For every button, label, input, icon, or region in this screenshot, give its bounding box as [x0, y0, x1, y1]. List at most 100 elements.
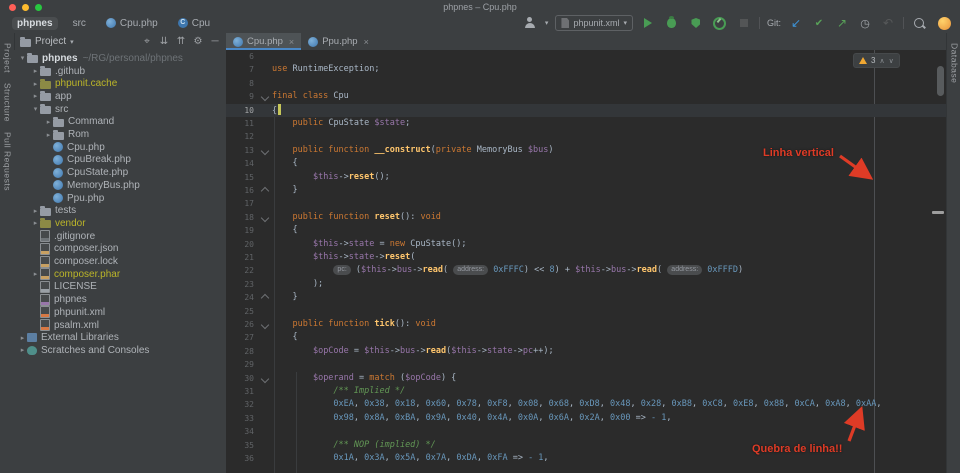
- fold-marker-icon[interactable]: [260, 92, 270, 102]
- tree-item-phpnes[interactable]: ▾ phpnes ~/RG/personal/phpnes: [14, 52, 226, 65]
- commit-button-icon[interactable]: ✔: [811, 15, 827, 31]
- inspections-widget[interactable]: 3 ∧ ∨: [853, 53, 900, 68]
- code-line-30[interactable]: 30 $operand = match ($opCode) {: [226, 372, 946, 385]
- collapse-all-button-icon[interactable]: ⇈: [174, 36, 188, 47]
- update-project-button-icon[interactable]: ↙: [788, 15, 804, 31]
- tab-cpu-php[interactable]: Cpu.php ×: [226, 33, 302, 51]
- hide-button-icon[interactable]: ─: [208, 36, 222, 47]
- tree-item-cpustate-php[interactable]: CpuState.php: [14, 166, 226, 179]
- project-panel-title-group[interactable]: Project ▾: [20, 36, 74, 47]
- tree-item-phpnes[interactable]: phpnes: [14, 293, 226, 306]
- history-button-icon[interactable]: ◷: [857, 15, 873, 31]
- zoom-window-button[interactable]: [35, 4, 42, 11]
- tree-item-composer-lock[interactable]: composer.lock: [14, 255, 226, 268]
- code-line-26[interactable]: 26 public function tick(): void: [226, 318, 946, 331]
- tree-item-ppu-php[interactable]: Ppu.php: [14, 192, 226, 205]
- tree-chevron-icon[interactable]: ▸: [31, 80, 40, 88]
- error-stripe-mark[interactable]: [932, 211, 944, 214]
- tree-chevron-icon[interactable]: ▾: [31, 105, 40, 113]
- close-tab-icon[interactable]: ×: [364, 37, 369, 47]
- user-menu-icon[interactable]: [522, 15, 538, 31]
- tree-item-cpubreak-php[interactable]: CpuBreak.php: [14, 154, 226, 167]
- next-warning-button[interactable]: ∨: [889, 57, 894, 65]
- code-line-12[interactable]: 12: [226, 130, 946, 143]
- tree-chevron-icon[interactable]: ▸: [31, 270, 40, 278]
- profiler-button-icon[interactable]: [712, 15, 728, 31]
- tree-item-vendor[interactable]: ▸ vendor: [14, 217, 226, 230]
- code-line-15[interactable]: 15 $this->reset();: [226, 171, 946, 184]
- tree-chevron-icon[interactable]: ▾: [18, 54, 27, 62]
- expand-all-button-icon[interactable]: ⇊: [157, 36, 171, 47]
- tree-item-scratches-and-consoles[interactable]: ▸ Scratches and Consoles: [14, 344, 226, 357]
- code-line-19[interactable]: 19 {: [226, 224, 946, 237]
- close-tab-icon[interactable]: ×: [289, 37, 294, 47]
- debug-button-icon[interactable]: [664, 15, 680, 31]
- code-line-27[interactable]: 27 {: [226, 331, 946, 344]
- code-line-33[interactable]: 33 0x98, 0x8A, 0xBA, 0x9A, 0x40, 0x4A, 0…: [226, 412, 946, 425]
- tree-item-phpunit-cache[interactable]: ▸ phpunit.cache: [14, 77, 226, 90]
- tree-chevron-icon[interactable]: ▸: [31, 207, 40, 215]
- code-line-16[interactable]: 16 }: [226, 184, 946, 197]
- code-line-32[interactable]: 32 0xEA, 0x38, 0x18, 0x60, 0x78, 0xF8, 0…: [226, 398, 946, 411]
- tree-item-phpunit-xml[interactable]: phpunit.xml: [14, 306, 226, 319]
- tool-stripe-database[interactable]: Database: [950, 43, 960, 83]
- tree-item-psalm-xml[interactable]: psalm.xml: [14, 319, 226, 332]
- tree-item-github[interactable]: ▸ .github: [14, 65, 226, 78]
- tool-stripe-pull-requests[interactable]: Pull Requests: [3, 132, 13, 191]
- code-line-13[interactable]: 13 public function __construct(private M…: [226, 144, 946, 157]
- code-line-31[interactable]: 31 /** Implied */: [226, 385, 946, 398]
- tool-stripe-project[interactable]: Project: [3, 43, 13, 73]
- tree-chevron-icon[interactable]: ▸: [31, 92, 40, 100]
- code-line-21[interactable]: 21 $this->state->reset(: [226, 251, 946, 264]
- code-line-28[interactable]: 28 $opCode = $this->bus->read($this->sta…: [226, 345, 946, 358]
- tree-chevron-icon[interactable]: ▸: [18, 334, 27, 342]
- tree-chevron-icon[interactable]: ▸: [18, 346, 27, 354]
- code-line-20[interactable]: 20 $this->state = new CpuState();: [226, 238, 946, 251]
- tool-stripe-structure[interactable]: Structure: [3, 83, 13, 122]
- code-line-11[interactable]: 11 public CpuState $state;: [226, 117, 946, 130]
- tree-chevron-icon[interactable]: ▸: [31, 67, 40, 75]
- fold-marker-icon[interactable]: [260, 374, 270, 383]
- code-line-18[interactable]: 18 public function reset(): void: [226, 211, 946, 224]
- code-line-8[interactable]: 8: [226, 77, 946, 90]
- tree-item-tests[interactable]: ▸ tests: [14, 204, 226, 217]
- code-line-23[interactable]: 23 );: [226, 278, 946, 291]
- tree-item-composer-json[interactable]: composer.json: [14, 242, 226, 256]
- breadcrumb-item-phpnes[interactable]: phpnes: [12, 16, 58, 30]
- avatar-icon[interactable]: [936, 15, 952, 31]
- settings-button-icon[interactable]: ⚙: [191, 36, 205, 47]
- code-line-10[interactable]: 10 {: [226, 103, 946, 117]
- code-line-7[interactable]: 7 use RuntimeException;: [226, 63, 946, 76]
- fold-marker-icon[interactable]: [260, 146, 270, 156]
- code-line-25[interactable]: 25: [226, 305, 946, 318]
- tree-item-rom[interactable]: ▸ Rom: [14, 128, 226, 141]
- code-line-14[interactable]: 14 {: [226, 157, 946, 170]
- tree-chevron-icon[interactable]: ▸: [44, 131, 53, 139]
- fold-marker-icon[interactable]: [260, 293, 270, 303]
- fold-marker-icon[interactable]: [260, 213, 270, 223]
- code-line-34[interactable]: 34: [226, 425, 946, 438]
- code-editor[interactable]: 6 7 use RuntimeException; 8 9 final class Cpu…: [226, 50, 946, 473]
- tree-item-cpu-php[interactable]: Cpu.php: [14, 141, 226, 154]
- minimize-window-button[interactable]: [22, 4, 29, 11]
- tree-item-app[interactable]: ▸ app: [14, 90, 226, 103]
- tree-item-license[interactable]: LICENSE: [14, 280, 226, 294]
- push-button-icon[interactable]: ↗: [834, 15, 850, 31]
- editor-scrollbar[interactable]: [937, 66, 944, 96]
- tree-chevron-icon[interactable]: ▸: [44, 118, 53, 126]
- close-window-button[interactable]: [9, 4, 16, 11]
- breadcrumb-item-src[interactable]: src: [68, 17, 91, 30]
- breadcrumb-item-cpu[interactable]: C Cpu: [173, 17, 215, 30]
- coverage-button-icon[interactable]: [688, 15, 704, 31]
- run-button-icon[interactable]: [640, 15, 656, 31]
- fold-marker-icon[interactable]: [260, 186, 270, 196]
- tree-item-external-libraries[interactable]: ▸ External Libraries: [14, 331, 226, 344]
- tree-item-command[interactable]: ▸ Command: [14, 116, 226, 129]
- prev-warning-button[interactable]: ∧: [879, 57, 884, 65]
- fold-marker-icon[interactable]: [260, 320, 270, 330]
- tree-item-src[interactable]: ▾ src: [14, 103, 226, 116]
- breadcrumb-item-cpu-php[interactable]: Cpu.php: [101, 17, 163, 30]
- select-opened-file-button-icon[interactable]: ⌖: [140, 36, 154, 47]
- tree-chevron-icon[interactable]: ▸: [31, 219, 40, 227]
- search-everywhere-button-icon[interactable]: [911, 15, 927, 31]
